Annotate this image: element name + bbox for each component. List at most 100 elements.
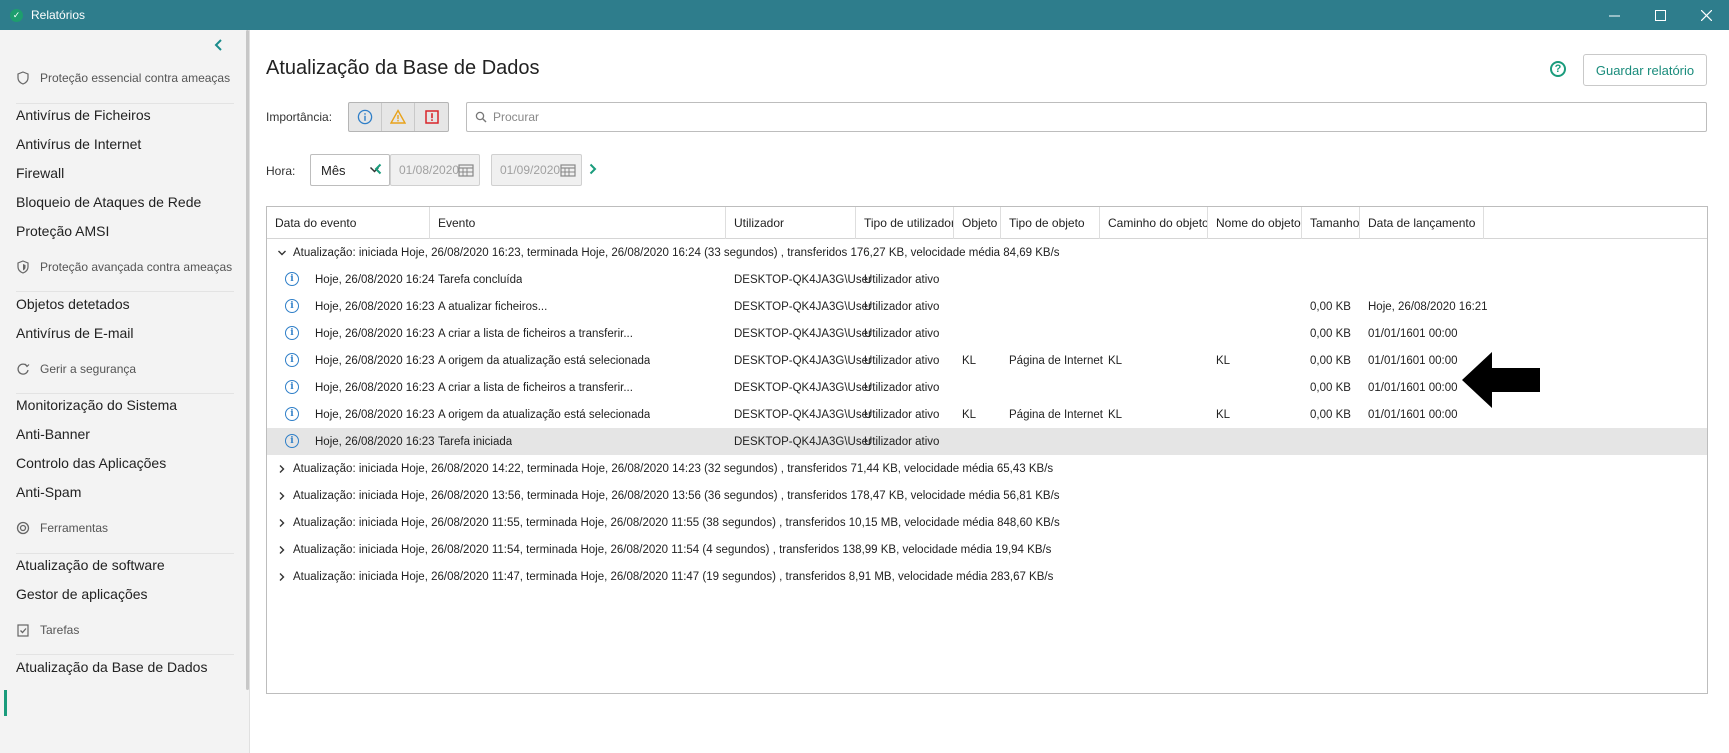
cell-object-type: Página de Internet xyxy=(1009,408,1103,421)
cell-event: A criar a lista de ficheiros a transferi… xyxy=(438,381,633,394)
sidebar-section-tasks: Tarefas xyxy=(16,623,79,637)
cell-user: DESKTOP-QK4JA3G\User xyxy=(734,327,872,340)
info-icon xyxy=(357,109,373,125)
sidebar-item-firewall[interactable]: Firewall xyxy=(16,165,64,181)
group-row-collapsed[interactable]: Atualização: iniciada Hoje, 26/08/2020 1… xyxy=(267,536,1707,563)
group-summary: Atualização: iniciada Hoje, 26/08/2020 1… xyxy=(293,246,1060,259)
cell-user-type: Utilizador ativo xyxy=(864,408,940,421)
info-icon: i xyxy=(285,434,299,448)
cell-user-type: Utilizador ativo xyxy=(864,354,940,367)
minimize-icon xyxy=(1608,15,1620,16)
page-title: Atualização da Base de Dados xyxy=(266,57,540,79)
sidebar-item-mail-antivirus[interactable]: Antivírus de E-mail xyxy=(16,325,133,341)
black-arrow-left-icon xyxy=(1462,352,1540,408)
group-summary: Atualização: iniciada Hoje, 26/08/2020 1… xyxy=(293,543,1052,556)
cell-object-name: KL xyxy=(1216,408,1231,421)
sidebar-item-amsi[interactable]: Proteção AMSI xyxy=(16,223,109,239)
minimize-button[interactable] xyxy=(1591,0,1637,30)
sidebar-item-detected-objects[interactable]: Objetos detetados xyxy=(16,296,130,312)
chevron-left-icon xyxy=(374,163,382,175)
table-header: Data do evento Evento Utilizador Tipo de… xyxy=(267,207,1707,239)
chevron-down-icon xyxy=(278,250,286,255)
report-table: Data do evento Evento Utilizador Tipo de… xyxy=(266,206,1708,694)
sidebar-item-web-antivirus[interactable]: Antivírus de Internet xyxy=(16,136,141,152)
group-row-expanded[interactable]: Atualização: iniciada Hoje, 26/08/2020 1… xyxy=(267,239,1707,266)
time-label: Hora: xyxy=(266,164,296,178)
importance-filter-group xyxy=(348,102,449,132)
sidebar-item-application-control[interactable]: Controlo das Aplicações xyxy=(16,455,166,471)
cell-user: DESKTOP-QK4JA3G\User xyxy=(734,435,872,448)
maximize-button[interactable] xyxy=(1637,0,1683,30)
info-icon: i xyxy=(285,353,299,367)
chevron-right-icon xyxy=(279,545,285,554)
sidebar-item-file-antivirus[interactable]: Antivírus de Ficheiros xyxy=(16,107,151,123)
collapse-sidebar-chevron-icon[interactable] xyxy=(214,38,224,56)
column-header-launch-date[interactable]: Data de lançamento xyxy=(1360,207,1484,239)
column-header-event-date[interactable]: Data do evento xyxy=(267,207,430,239)
cell-object-type: Página de Internet xyxy=(1009,354,1103,367)
sidebar-item-app-manager[interactable]: Gestor de aplicações xyxy=(16,586,148,602)
cell-user-type: Utilizador ativo xyxy=(864,300,940,313)
cell-size: 0,00 KB xyxy=(1310,327,1351,340)
search-input[interactable] xyxy=(493,110,1673,124)
column-header-object-type[interactable]: Tipo de objeto xyxy=(1001,207,1100,239)
sidebar-item-anti-spam[interactable]: Anti-Spam xyxy=(16,484,81,500)
filter-critical-button[interactable] xyxy=(415,103,448,131)
info-icon: i xyxy=(285,299,299,313)
column-header-event[interactable]: Evento xyxy=(430,207,726,239)
title-bar: ✓ Relatórios xyxy=(0,0,1729,30)
cell-event: Tarefa iniciada xyxy=(438,435,513,448)
importance-label: Importância: xyxy=(266,110,333,124)
cell-object: KL xyxy=(962,408,977,421)
sidebar-item-anti-banner[interactable]: Anti-Banner xyxy=(16,426,90,442)
cell-user: DESKTOP-QK4JA3G\User xyxy=(734,408,872,421)
date-to-field[interactable]: 01/09/2020 xyxy=(491,154,582,186)
search-box[interactable] xyxy=(466,102,1707,132)
cell-event: A origem da atualização está selecionada xyxy=(438,354,651,367)
table-row[interactable]: i Hoje, 26/08/2020 16:23 A atualizar fiche… xyxy=(267,293,1707,320)
group-row-collapsed[interactable]: Atualização: iniciada Hoje, 26/08/2020 1… xyxy=(267,509,1707,536)
cell-event: Tarefa concluída xyxy=(438,273,523,286)
cell-object-path: KL xyxy=(1108,408,1123,421)
sidebar-item-network-attack-blocker[interactable]: Bloqueio de Ataques de Rede xyxy=(16,194,201,210)
group-row-collapsed[interactable]: Atualização: iniciada Hoje, 26/08/2020 1… xyxy=(267,482,1707,509)
cell-user-type: Utilizador ativo xyxy=(864,435,940,448)
filter-info-button[interactable] xyxy=(349,103,382,131)
column-header-object[interactable]: Objeto xyxy=(954,207,1001,239)
next-period-button[interactable] xyxy=(588,162,597,178)
sidebar-section-advanced: Proteção avançada contra ameaças xyxy=(16,260,232,274)
column-header-object-path[interactable]: Caminho do objeto xyxy=(1100,207,1208,239)
cell-user: DESKTOP-QK4JA3G\User xyxy=(734,381,872,394)
help-icon[interactable]: ? xyxy=(1550,61,1566,77)
sidebar-section-essential: Proteção essencial contra ameaças xyxy=(16,71,230,85)
sidebar-scrollbar[interactable] xyxy=(246,30,249,690)
critical-icon xyxy=(424,110,439,124)
close-button[interactable] xyxy=(1683,0,1729,30)
cell-date: Hoje, 26/08/2020 16:24 xyxy=(315,273,435,286)
kaspersky-shield-icon: ✓ xyxy=(10,8,23,22)
window-title: Relatórios xyxy=(31,8,86,22)
cell-size: 0,00 KB xyxy=(1310,381,1351,394)
column-header-object-name[interactable]: Nome do objeto xyxy=(1208,207,1302,239)
sidebar-section-manage-security: Gerir a segurança xyxy=(16,362,136,376)
group-summary: Atualização: iniciada Hoje, 26/08/2020 1… xyxy=(293,570,1054,583)
date-from-field[interactable]: 01/08/2020 xyxy=(390,154,480,186)
group-row-collapsed[interactable]: Atualização: iniciada Hoje, 26/08/2020 1… xyxy=(267,563,1707,590)
filter-warning-button[interactable] xyxy=(382,103,415,131)
column-header-user-type[interactable]: Tipo de utilizador xyxy=(856,207,954,239)
sidebar-item-database-update[interactable]: Atualização da Base de Dados xyxy=(16,659,207,675)
date-from-value: 01/08/2020 xyxy=(399,163,460,177)
table-row[interactable]: i Hoje, 26/08/2020 16:23 A criar a lista d… xyxy=(267,320,1707,347)
cell-size: 0,00 KB xyxy=(1310,300,1351,313)
cell-user-type: Utilizador ativo xyxy=(864,273,940,286)
column-header-size[interactable]: Tamanho xyxy=(1302,207,1360,239)
save-report-button[interactable]: Guardar relatório xyxy=(1583,54,1707,86)
sidebar-item-system-watcher[interactable]: Monitorização do Sistema xyxy=(16,397,177,413)
sidebar-item-software-updater[interactable]: Atualização de software xyxy=(16,557,165,573)
column-header-user[interactable]: Utilizador xyxy=(726,207,856,239)
table-row[interactable]: i Hoje, 26/08/2020 16:23 Tarefa iniciada DE… xyxy=(267,428,1707,455)
previous-period-button[interactable] xyxy=(374,162,383,178)
cell-launch: 01/01/1601 00:00 xyxy=(1368,354,1458,367)
group-row-collapsed[interactable]: Atualização: iniciada Hoje, 26/08/2020 1… xyxy=(267,455,1707,482)
table-row[interactable]: i Hoje, 26/08/2020 16:24 Tarefa concluída D… xyxy=(267,266,1707,293)
